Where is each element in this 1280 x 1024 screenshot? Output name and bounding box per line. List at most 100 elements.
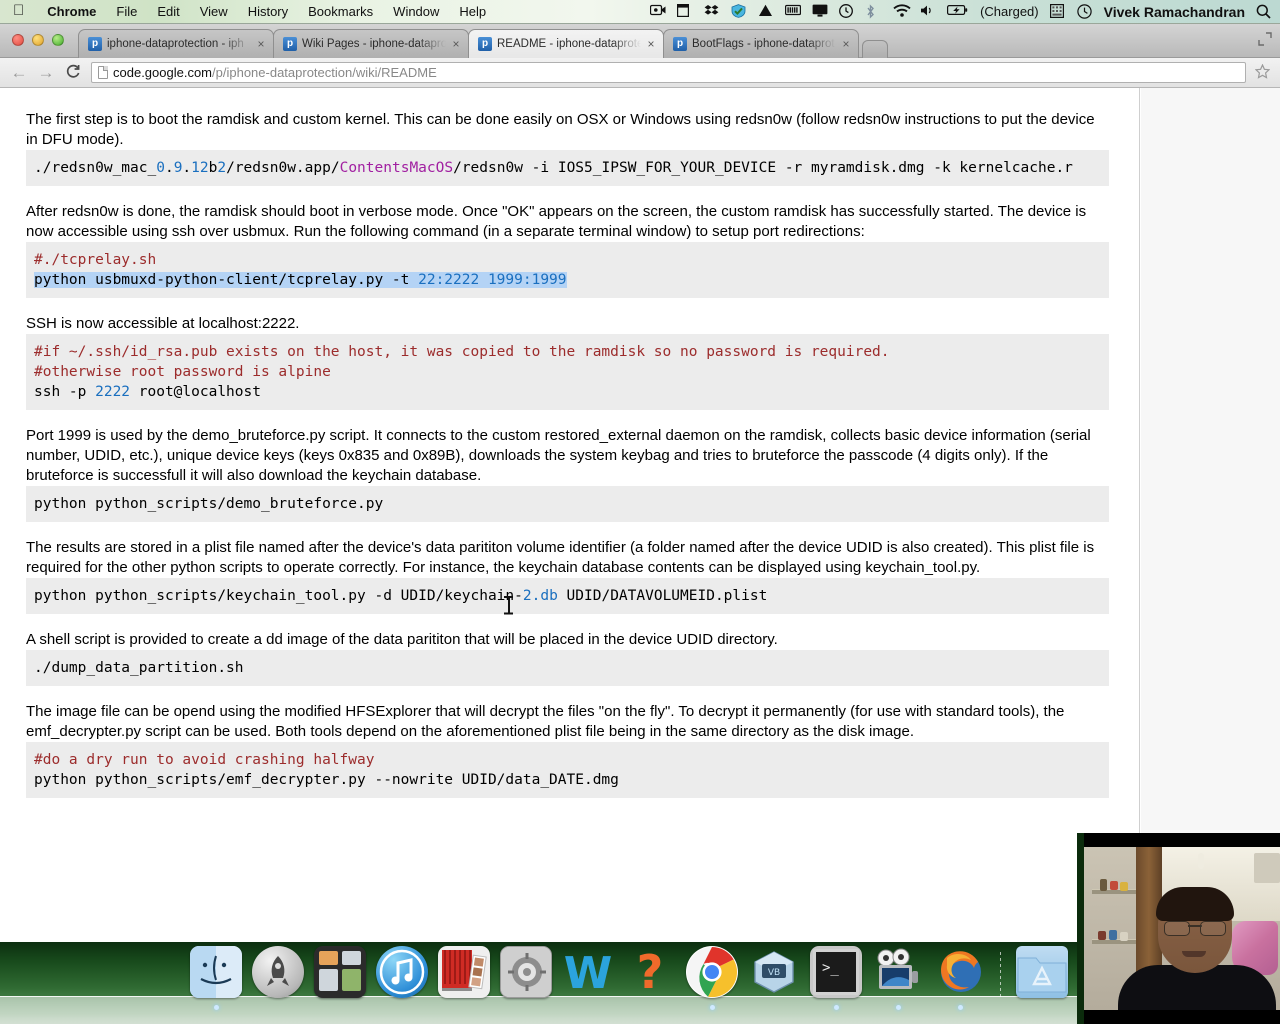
skitch-icon[interactable]: ? (624, 946, 676, 998)
person-hair (1156, 887, 1234, 921)
window-traffic-lights (12, 34, 64, 46)
mac-menu-bar:  Chrome File Edit View History Bookmark… (0, 0, 1280, 24)
google-drive-icon[interactable] (758, 4, 774, 19)
dropbox-icon[interactable] (704, 4, 720, 19)
time-machine-icon[interactable] (1076, 4, 1093, 19)
menu-item-file[interactable]: File (106, 4, 147, 19)
svg-text:W: W (564, 948, 613, 998)
air-conditioner (1254, 853, 1280, 883)
back-arrow-icon[interactable]: ← (10, 63, 28, 82)
tab-close-icon[interactable]: × (645, 37, 657, 51)
shelf-object-3 (1120, 882, 1128, 891)
tab-close-icon[interactable]: × (450, 37, 462, 51)
wifi-icon[interactable] (893, 4, 911, 19)
browser-tabs: p iphone-dataprotection - iph × p Wiki P… (78, 28, 888, 58)
star-icon[interactable] (1254, 63, 1271, 82)
firefox-icon[interactable] (934, 946, 986, 998)
itunes-icon[interactable] (376, 946, 428, 998)
apple-logo-icon[interactable]:  (0, 3, 37, 18)
google-code-favicon: p (673, 37, 687, 51)
code-dump-data-partition: ./dump_data_partition.sh (26, 650, 1109, 686)
shelf-object-5 (1109, 930, 1117, 940)
tab-title: BootFlags - iphone-dataprot (692, 38, 835, 50)
shelf-object-4 (1098, 931, 1106, 940)
volume-icon[interactable] (920, 4, 936, 19)
person-mouth (1182, 951, 1206, 957)
zoom-window-button[interactable] (52, 34, 64, 46)
menu-bar-status-area: (Charged) Vivek Ramachandran (649, 4, 1280, 20)
tab-iphone-dataprotection[interactable]: p iphone-dataprotection - iph × (78, 29, 274, 58)
close-window-button[interactable] (12, 34, 24, 46)
menu-item-history[interactable]: History (238, 4, 298, 19)
tab-title: Wiki Pages - iphone-datapro (302, 38, 446, 50)
shield-icon[interactable] (731, 4, 747, 19)
page-viewport: The first step is to boot the ramdisk an… (0, 88, 1280, 942)
menu-item-help[interactable]: Help (449, 4, 496, 19)
menu-item-view[interactable]: View (190, 4, 238, 19)
chrome-icon[interactable] (686, 946, 738, 998)
tab-close-icon[interactable]: × (840, 37, 852, 51)
code-tcprelay: #./tcprelay.sh python usbmuxd-python-cli… (26, 242, 1109, 298)
terminal-icon[interactable]: >_ (810, 946, 862, 998)
menu-item-chrome[interactable]: Chrome (37, 4, 106, 19)
system-preferences-icon[interactable] (500, 946, 552, 998)
google-code-favicon: p (478, 37, 492, 51)
launchpad-icon[interactable] (252, 946, 304, 998)
mission-control-icon[interactable] (314, 946, 366, 998)
spotlight-search-icon[interactable] (1256, 4, 1272, 19)
virtualbox-icon[interactable]: VB (748, 946, 800, 998)
code-keychain-tool: python python_scripts/keychain_tool.py -… (26, 578, 1109, 614)
tab-close-icon[interactable]: × (255, 37, 267, 51)
clock-badge-icon[interactable] (839, 4, 855, 19)
battery-meter-icon[interactable] (785, 4, 802, 19)
display-icon[interactable] (812, 4, 828, 19)
menu-item-window[interactable]: Window (383, 4, 449, 19)
battery-status-label: (Charged) (980, 4, 1039, 19)
screen-record-icon[interactable] (649, 4, 666, 19)
tab-bootflags[interactable]: p BootFlags - iphone-dataprot × (663, 29, 859, 58)
finder-icon[interactable] (190, 946, 242, 998)
battery-icon[interactable] (947, 4, 969, 19)
code-ssh-login: #if ~/.ssh/id_rsa.pub exists on the host… (26, 334, 1109, 410)
applications-folder-icon[interactable] (1016, 946, 1068, 998)
ceiling-lamp (1198, 853, 1204, 869)
forward-arrow-icon[interactable]: → (37, 63, 55, 82)
photo-booth-icon[interactable] (438, 946, 490, 998)
address-bar[interactable]: code.google.com/p/iphone-dataprotection/… (91, 62, 1246, 83)
webcam-overlay (1077, 833, 1280, 1024)
input-source-icon[interactable] (1049, 4, 1066, 19)
dock-icon-list: W ? VB >_ (190, 946, 1130, 998)
dock-separator (996, 952, 1006, 998)
chrome-browser-window: p iphone-dataprotection - iph × p Wiki P… (0, 24, 1280, 942)
reload-icon[interactable] (64, 64, 82, 82)
fullscreen-icon[interactable] (1258, 32, 1272, 46)
word-icon[interactable]: W (562, 946, 614, 998)
tab-title: README - iphone-dataprote (497, 38, 641, 50)
paragraph-dd-image: A shell script is provided to create a d… (26, 631, 778, 648)
notes-icon[interactable] (677, 4, 693, 19)
menu-item-bookmarks[interactable]: Bookmarks (298, 4, 383, 19)
menu-item-edit[interactable]: Edit (147, 4, 189, 19)
tab-wiki-pages[interactable]: p Wiki Pages - iphone-datapro × (273, 29, 469, 58)
webcam-video (1084, 847, 1280, 1010)
code-emf-decrypter: #do a dry run to avoid crashing halfway … (26, 742, 1109, 798)
code-demo-bruteforce: python python_scripts/demo_bruteforce.py (26, 486, 1109, 522)
page-side-gutter (1141, 88, 1280, 942)
paragraph-plist-results: The results are stored in a plist file n… (26, 539, 1095, 576)
svg-text:>_: >_ (822, 960, 839, 976)
page-icon (98, 66, 108, 79)
svg-text:?: ? (637, 946, 664, 998)
quicktime-icon[interactable] (872, 946, 924, 998)
minimize-window-button[interactable] (32, 34, 44, 46)
tab-title: iphone-dataprotection - iph (107, 38, 244, 50)
paragraph-boot-ramdisk: The first step is to boot the ramdisk an… (26, 111, 1095, 148)
bluetooth-icon[interactable] (866, 4, 882, 19)
wiki-readme-content: The first step is to boot the ramdisk an… (0, 88, 1140, 942)
shelf-object-2 (1110, 881, 1118, 890)
menu-bar-user-name[interactable]: Vivek Ramachandran (1104, 4, 1245, 20)
new-tab-button[interactable] (862, 40, 888, 58)
tab-readme[interactable]: p README - iphone-dataprote × (468, 29, 664, 58)
browser-toolbar: ← → code.google.com/p/iphone-dataprotect… (0, 58, 1280, 88)
person-glasses (1164, 921, 1226, 936)
dock-running-indicators (190, 1005, 986, 1010)
